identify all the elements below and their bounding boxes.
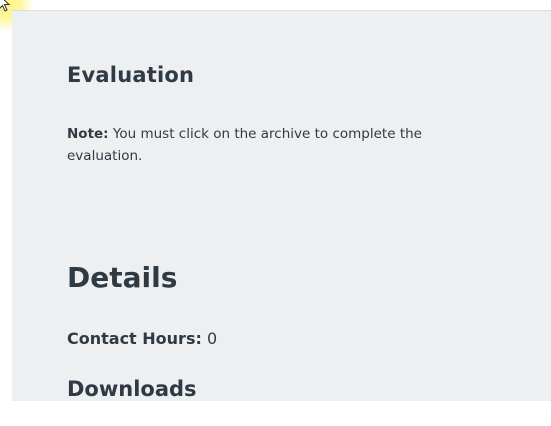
- content-panel: Evaluation Note: You must click on the a…: [12, 10, 551, 401]
- note-label: Note:: [67, 126, 109, 142]
- details-heading: Details: [67, 261, 178, 294]
- page: Evaluation Note: You must click on the a…: [0, 0, 551, 426]
- evaluation-heading: Evaluation: [67, 63, 195, 87]
- contact-hours-value: 0: [206, 329, 218, 348]
- contact-hours: Contact Hours: 0: [67, 329, 217, 348]
- note-text: You must click on the archive to complet…: [67, 126, 422, 164]
- mouse-pointer-icon: [0, 0, 11, 12]
- contact-hours-label: Contact Hours:: [67, 329, 202, 348]
- evaluation-note: Note: You must click on the archive to c…: [67, 123, 497, 167]
- downloads-heading: Downloads: [67, 377, 197, 401]
